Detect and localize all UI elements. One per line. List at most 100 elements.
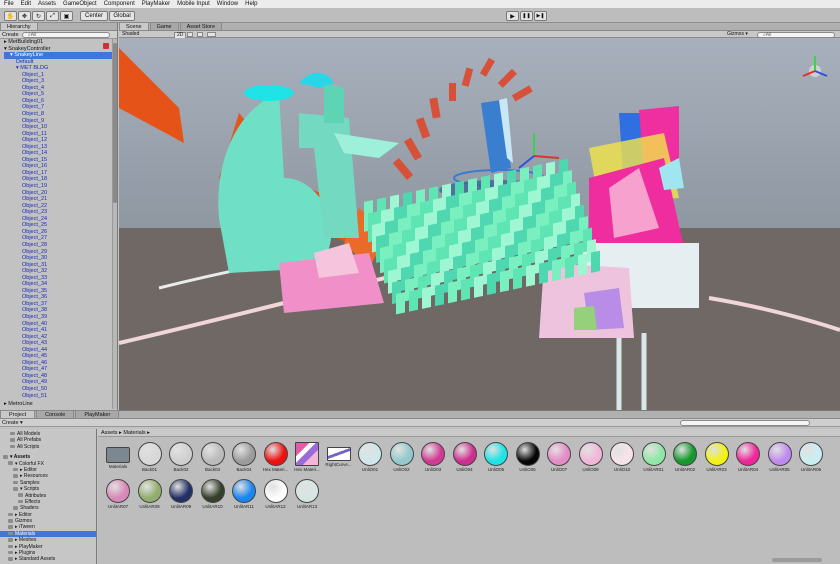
folder-item[interactable]: ▸ Standard Assets [0,556,96,562]
audio-toggle-button[interactable] [197,32,203,37]
asset-label: UnliO01 [361,467,379,472]
scale-tool-button[interactable]: ⤢ [46,11,59,21]
pause-button[interactable]: ❚❚ [520,11,533,21]
folder-label: Gizmos [15,518,32,525]
asset-tile[interactable]: Hex Materi... [292,442,322,472]
asset-tile[interactable]: UnliO07 [544,442,574,472]
hierarchy-item-metroline[interactable]: ▸ MetroLine [4,401,112,408]
asset-tile[interactable]: UnliO06 [513,442,543,472]
asset-tile[interactable]: Back02 [166,442,196,472]
step-button[interactable]: ▶❚ [534,11,547,21]
folder-icon [13,474,18,478]
tab-game[interactable]: Game [149,22,179,30]
hierarchy-scroll-thumb[interactable] [113,43,117,203]
pivot-toggle-button[interactable]: Center [80,11,108,21]
gizmos-dropdown[interactable]: Gizmos ▾ [727,31,748,38]
effects-dropdown[interactable] [207,32,216,37]
asset-tile[interactable]: UnlitAR02 [670,442,700,472]
tab-scene[interactable]: Scene [119,22,149,30]
green-slat [552,258,561,282]
asset-tile[interactable]: UnlitAR03 [702,442,732,472]
rect-tool-button[interactable]: ▣ [60,11,73,21]
asset-tile[interactable]: UnlitAR08 [135,479,165,509]
tab-asset-store[interactable]: Asset Store [179,22,223,30]
hierarchy-search-input[interactable]: ⌕All [22,32,110,38]
tab-playmaker[interactable]: PlayMaker [75,410,120,418]
hierarchy-create-button[interactable]: Create [2,32,19,38]
lighting-toggle-button[interactable] [187,32,193,37]
asset-tile[interactable]: RightCurve... [324,442,354,467]
material-sphere-icon [232,479,256,503]
material-sphere-icon [799,442,823,466]
asset-label: UnlitAR06 [800,467,822,472]
menu-item-help[interactable]: Help [245,1,257,7]
hand-icon: ✋ [6,13,15,20]
green-slat [578,253,587,276]
material-sphere-icon [200,442,225,466]
asset-tile[interactable]: Materials [103,442,133,469]
cyan-ring [244,85,294,101]
folder-tree: All Models All Prefabs All Scripts ▾ Asset… [0,429,97,564]
scene-viewport[interactable] [119,38,840,410]
menu-item-gameobject[interactable]: GameObject [63,1,97,7]
asset-tile[interactable]: UnlitAR04 [733,442,763,472]
tab-hierarchy[interactable]: Hierarchy [0,22,38,30]
material-sphere-icon [169,479,193,503]
asset-tile[interactable]: UnliO05 [481,442,511,472]
favorite-label: All Models [17,431,41,437]
rotate-tool-button[interactable]: ↻ [32,11,45,21]
asset-tile[interactable]: UnliO02 [387,442,417,472]
asset-tile[interactable]: Back04 [229,442,259,472]
asset-tile[interactable]: UnlitAR10 [198,479,228,509]
folder-icon [8,544,13,549]
menu-item-mobile-input[interactable]: Mobile Input [177,1,210,7]
asset-tile[interactable]: UnliO01 [355,442,385,472]
step-icon: ▶❚ [536,13,545,19]
asset-tile[interactable]: UnlitAR01 [639,442,669,472]
asset-tile[interactable]: UnlitAR13 [292,479,322,509]
space-toggle-button[interactable]: Global [109,11,135,21]
green-slat [565,256,574,279]
move-tool-button[interactable]: ✥ [18,11,31,21]
menu-item-edit[interactable]: Edit [21,1,31,7]
folder-label: Materials [15,530,36,537]
asset-tile[interactable]: UnlitAR07 [103,479,133,509]
material-sphere-icon [295,479,319,503]
hierarchy-scrollbar[interactable] [112,39,117,409]
project-search-input[interactable] [680,420,810,426]
asset-grid: Assets ▸ Materials ▸ Materials Back01 Back… [98,429,840,564]
menu-item-assets[interactable]: Assets [38,1,56,7]
asset-tile[interactable]: UnlitAR09 [166,479,196,509]
icon-size-slider[interactable] [772,558,822,562]
render-mode-dropdown[interactable]: Shaded [122,31,139,38]
asset-tile[interactable]: UnliO08 [576,442,606,472]
folder-label: Attributes [25,492,47,499]
folder-icon [18,499,23,504]
tab-console[interactable]: Console [36,410,75,418]
asset-tile[interactable]: Hex Materi... [261,442,291,472]
menu-item-component[interactable]: Component [104,1,135,7]
asset-tile[interactable]: Back01 [135,442,165,472]
asset-tile[interactable]: UnlitAR05 [765,442,795,472]
asset-tile[interactable]: UnliO03 [418,442,448,472]
asset-tile[interactable]: UnlitAR06 [796,442,826,472]
play-button[interactable]: ▶ [506,11,519,21]
asset-label: UnliO08 [582,467,599,472]
folder-icon [106,447,130,463]
project-create-button[interactable]: Create ▾ [2,420,23,426]
scene-tabs: Scene Game Asset Store [119,22,840,31]
asset-tile[interactable]: UnliO04 [450,442,480,472]
folder-label: ▸ Resources [20,473,48,480]
menu-item-file[interactable]: File [4,1,14,7]
menu-item-playmaker[interactable]: PlayMaker [142,1,170,7]
tab-project[interactable]: Project [0,410,36,418]
menu-item-window[interactable]: Window [217,1,238,7]
asset-label: Hex Materi... [294,467,320,472]
asset-tile[interactable]: UnlitAR12 [261,479,291,509]
hand-tool-button[interactable]: ✋ [4,11,17,21]
asset-tile[interactable]: UnlitAR11 [229,479,259,509]
asset-tile[interactable]: Back03 [198,442,228,472]
move-icon: ✥ [21,13,28,20]
asset-tile[interactable]: UnliO10 [607,442,637,472]
hierarchy-item[interactable]: Object_51 [4,393,112,400]
